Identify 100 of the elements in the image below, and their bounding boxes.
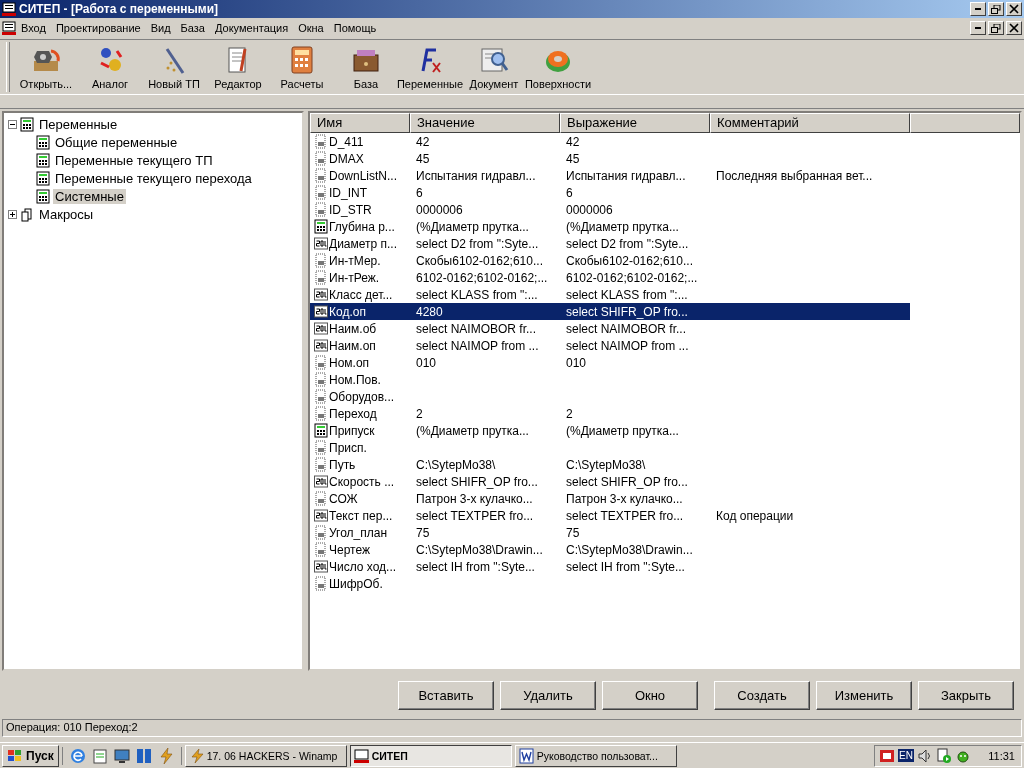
square-frame-icon[interactable]	[879, 747, 895, 764]
stacked-pages-icon	[20, 206, 34, 222]
table-cell-text: 010	[415, 355, 438, 370]
expand-icon[interactable]	[8, 209, 17, 219]
menu-item[interactable]: Документация	[209, 22, 294, 34]
table-cell: Текст пер...	[329, 508, 393, 523]
action-button[interactable]: Удалить	[500, 680, 596, 710]
selected-row[interactable]: Код.оп 4280 select SHIFR_OP fro...	[310, 303, 910, 320]
collapse-icon[interactable]	[8, 119, 17, 129]
table-cell-text: 75	[565, 525, 581, 540]
table-cell-text: (%Диаметр прутка...	[415, 423, 530, 438]
toolbar-button[interactable]: База	[334, 42, 398, 92]
toolbar-button[interactable]: Редактор	[206, 42, 270, 92]
action-button[interactable]: Окно	[602, 680, 698, 710]
taskbar-button[interactable]: 17. 06 HACKERS - Winamp	[184, 744, 347, 767]
table-cell: DownListN...	[329, 168, 398, 183]
table-cell-text: 6	[415, 185, 424, 200]
action-button[interactable]: Вставить	[398, 680, 494, 710]
minimize-button[interactable]	[970, 2, 986, 16]
column-header[interactable]: Значение	[410, 113, 560, 133]
document-icon	[314, 491, 328, 506]
sql-icon	[314, 338, 328, 353]
table-cell-text: select IH from ":Syte...	[565, 559, 686, 574]
table-cell: Путь	[329, 457, 356, 472]
browser-icon[interactable]	[68, 746, 87, 765]
toolbar-button[interactable]: Поверхности	[526, 42, 590, 92]
column-header[interactable]: Выражение	[560, 113, 710, 133]
close-button[interactable]	[1006, 21, 1022, 35]
toolbar-button[interactable]: Новый ТП	[142, 42, 206, 92]
minimize-icon	[975, 27, 981, 29]
restore-button[interactable]	[988, 21, 1004, 35]
table-cell: Ном.оп	[329, 355, 370, 370]
table-cell-text: select D2 from ":Syte...	[415, 236, 540, 251]
table-cell-text: select NAIMOP from ...	[415, 338, 540, 353]
document-icon	[314, 542, 328, 557]
table-cell-text: select SHIFR_OP fro...	[415, 474, 539, 489]
speaker-icon[interactable]	[916, 747, 933, 764]
table-cell-text: Скобы6102-0162;610...	[415, 253, 544, 268]
taskbar-button[interactable]: Руководство пользоват...	[514, 744, 677, 767]
close-button[interactable]	[1006, 2, 1022, 16]
toolbar-button[interactable]: Переменные	[398, 42, 462, 92]
tree-item[interactable]: Переменные	[37, 116, 120, 132]
toolbar-button[interactable]: Аналог	[78, 42, 142, 92]
table-cell-text: C:\SytepMo38\	[415, 457, 497, 472]
table-cell-text: select NAIMOP from ...	[565, 338, 690, 353]
lightning-icon	[188, 747, 205, 764]
restore-button[interactable]	[988, 2, 1004, 16]
tree-item[interactable]: Переменные текущего ТП	[53, 152, 215, 168]
window-title: СИТЕП - [Работа с переменными]	[19, 2, 220, 16]
start-button[interactable]: Пуск	[2, 744, 59, 767]
column-header[interactable]: Имя	[310, 113, 410, 133]
minimize-button[interactable]	[970, 21, 986, 35]
taskbar-button[interactable]: СИТЕП	[349, 744, 512, 767]
menu-item[interactable]: Вид	[145, 22, 176, 34]
language-indicator[interactable]: EN	[898, 749, 914, 762]
table-cell-text: (%Диаметр прутка...	[565, 219, 680, 234]
table-cell: Код.оп	[329, 304, 366, 319]
table-cell: Ин-тМер.	[329, 253, 381, 268]
toolbar-button[interactable]: Расчеты	[270, 42, 334, 92]
table-cell-text: select TEXTPER fro...	[415, 508, 535, 523]
table-cell: Угол_план	[329, 525, 388, 540]
panels-icon[interactable]	[134, 746, 153, 765]
table-cell-text: 42	[565, 134, 581, 149]
table-cell-text: select TEXTPER fro...	[565, 508, 685, 523]
table-cell-text: (%Диаметр прутка...	[565, 423, 680, 438]
table-cell-text: 010	[565, 355, 588, 370]
table-cell: Скорость ...	[329, 474, 395, 489]
table-cell: Класс дет...	[329, 287, 393, 302]
close-icon	[1009, 23, 1019, 33]
table-cell-text: 45	[565, 151, 581, 166]
table-cell: СОЖ	[329, 491, 358, 506]
document-icon	[314, 576, 328, 591]
toolbar-button[interactable]: Документ	[462, 42, 526, 92]
document-icon	[314, 372, 328, 387]
table-cell-text: 45	[415, 151, 431, 166]
action-button[interactable]: Изменить	[816, 680, 912, 710]
document-icon	[314, 253, 328, 268]
table-cell-text: C:\SytepMo38\Drawin...	[415, 542, 544, 557]
tree-item[interactable]: Общие переменные	[53, 134, 180, 150]
tree-item[interactable]: Системные	[53, 188, 126, 204]
table-cell: DMAX	[329, 151, 364, 166]
player-icon[interactable]	[935, 747, 952, 764]
desktop-icon[interactable]	[112, 746, 131, 765]
menu-item[interactable]: Помощь	[328, 22, 382, 34]
menu-item[interactable]: Вход	[16, 22, 51, 34]
tree-item[interactable]: Переменные текущего перехода	[53, 170, 254, 186]
menu-item[interactable]: База	[175, 22, 210, 34]
action-button[interactable]: Закрыть	[918, 680, 1014, 710]
document-icon	[314, 151, 328, 166]
column-header[interactable]: Комментарий	[710, 113, 910, 133]
menu-item[interactable]: Проектирование	[50, 22, 146, 34]
calculator-icon	[314, 423, 328, 438]
tree-item[interactable]: Макросы	[37, 206, 96, 222]
action-button[interactable]: Создать	[714, 680, 810, 710]
document-icon	[314, 270, 328, 285]
restore-icon	[991, 23, 1001, 33]
table-cell-text: 0000006	[565, 202, 614, 217]
menu-item[interactable]: Окна	[293, 22, 329, 34]
toolbar-button[interactable]: Открыть...	[14, 42, 78, 92]
table-cell: Переход	[329, 406, 377, 421]
